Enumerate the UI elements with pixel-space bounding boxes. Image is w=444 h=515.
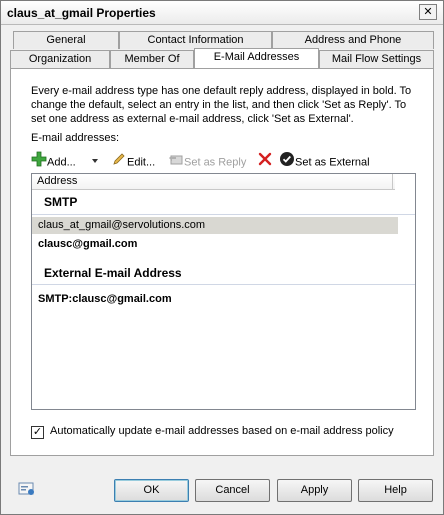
tab-contact-information[interactable]: Contact Information (119, 31, 272, 49)
description-text: Every e-mail address type has one defaul… (31, 85, 412, 125)
edit-button[interactable]: Edit... (111, 151, 155, 171)
list-item[interactable]: SMTP:clausc@gmail.com (32, 291, 415, 308)
delete-button[interactable] (257, 151, 273, 171)
address-toolbar: Add... Edit... Set as Reply Set as Exter… (31, 151, 411, 171)
tab-mail-flow-settings[interactable]: Mail Flow Settings (319, 50, 434, 68)
tab-member-of[interactable]: Member Of (110, 50, 194, 68)
set-as-reply-label: Set as Reply (184, 156, 247, 169)
window-title: claus_at_gmail Properties (7, 6, 156, 20)
pencil-icon (111, 151, 127, 174)
set-as-external-label: Set as External (295, 156, 370, 169)
ok-button[interactable]: OK (114, 479, 189, 502)
reply-icon (168, 151, 184, 174)
tab-organization[interactable]: Organization (10, 50, 110, 68)
email-addresses-label: E-mail addresses: (31, 132, 120, 144)
add-dropdown-arrow[interactable] (91, 152, 99, 172)
add-plus-icon (31, 151, 47, 174)
apply-button[interactable]: Apply (277, 479, 352, 502)
tab-email-addresses[interactable]: E-Mail Addresses (194, 48, 319, 68)
column-separator (392, 174, 393, 190)
email-addresses-panel: Every e-mail address type has one defaul… (10, 68, 434, 456)
delete-x-icon (257, 151, 273, 174)
title-bar[interactable]: claus_at_gmail Properties ✕ (1, 1, 443, 25)
properties-page-icon (18, 481, 36, 500)
cancel-button[interactable]: Cancel (195, 479, 270, 502)
set-as-reply-button[interactable]: Set as Reply (168, 151, 246, 171)
checkmark-circle-icon (279, 151, 295, 174)
properties-window: claus_at_gmail Properties ✕ General Cont… (0, 0, 444, 515)
tab-address-and-phone[interactable]: Address and Phone (272, 31, 434, 49)
chevron-down-icon (91, 152, 99, 172)
add-button[interactable]: Add... (31, 151, 76, 171)
list-item[interactable]: clausc@gmail.com (32, 236, 415, 253)
group-divider (32, 214, 415, 215)
address-column-label: Address (37, 175, 78, 187)
group-divider (32, 284, 415, 285)
auto-update-checkbox[interactable]: ✓ (31, 426, 44, 439)
address-column-header[interactable]: Address (32, 174, 395, 190)
set-as-external-button[interactable]: Set as External (279, 151, 370, 171)
help-button[interactable]: Help (358, 479, 433, 502)
tab-general[interactable]: General (13, 31, 119, 49)
auto-update-label: Automatically update e-mail addresses ba… (50, 425, 394, 437)
edit-label: Edit... (127, 156, 156, 169)
close-button[interactable]: ✕ (419, 4, 437, 20)
group-header-external: External E-mail Address (44, 266, 182, 280)
email-address-list[interactable]: Address SMTP claus_at_gmail@servolutions… (31, 173, 416, 410)
list-item[interactable]: claus_at_gmail@servolutions.com (32, 217, 398, 234)
group-header-smtp: SMTP (44, 195, 78, 209)
add-label: Add... (47, 156, 76, 169)
